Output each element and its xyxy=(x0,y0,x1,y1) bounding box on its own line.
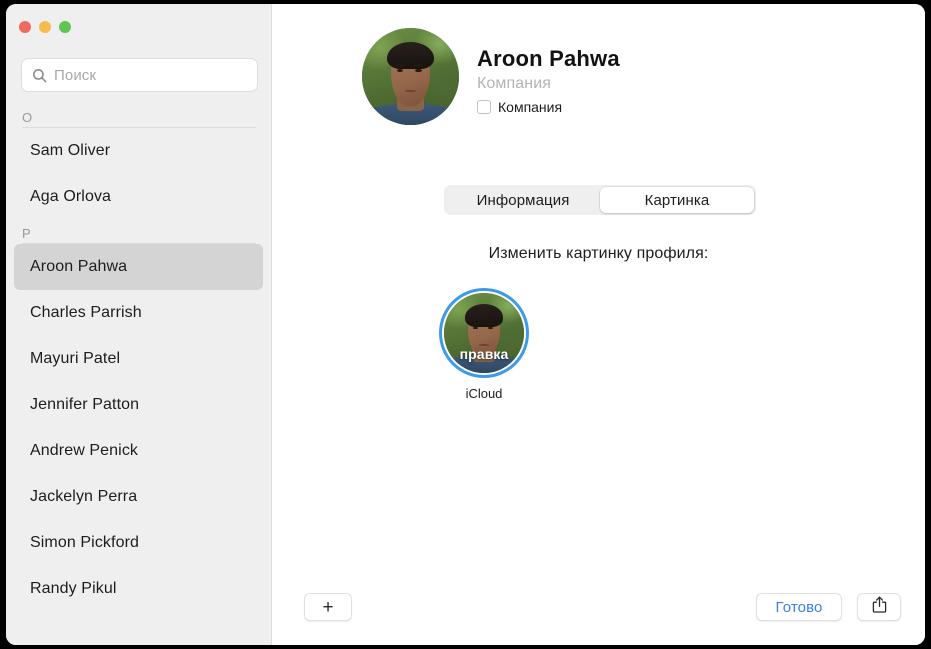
contact-row-jennifer-patton[interactable]: Jennifer Patton xyxy=(14,382,263,428)
contact-row-sam-oliver[interactable]: Sam Oliver xyxy=(14,128,263,174)
section-header-p: P xyxy=(22,220,256,244)
company-checkbox-label: Компания xyxy=(498,99,562,115)
contact-row-aga-orlova[interactable]: Aga Orlova xyxy=(14,174,263,220)
contact-row-mayuri-patel[interactable]: Mayuri Patel xyxy=(14,336,263,382)
tab-information[interactable]: Информация xyxy=(446,187,600,213)
minimize-window-button[interactable] xyxy=(39,21,51,33)
contact-header: Aroon Pahwa Компания Компания xyxy=(362,28,620,125)
section-header-o: O xyxy=(22,104,256,128)
contact-detail-panel: Aroon Pahwa Компания Компания Информация… xyxy=(272,4,925,645)
picture-source-label: iCloud xyxy=(466,386,503,401)
plus-icon: + xyxy=(322,598,333,617)
sidebar: Поиск O Sam Oliver Aga Orlova P Aroon Pa… xyxy=(6,4,272,645)
contact-photo xyxy=(362,28,459,125)
contact-list[interactable]: O Sam Oliver Aga Orlova P Aroon Pahwa Ch… xyxy=(6,104,271,645)
bottom-toolbar: + Готово xyxy=(272,585,925,645)
traffic-lights xyxy=(19,21,71,33)
edit-picture-overlay-label[interactable]: правка xyxy=(442,346,526,362)
maximize-window-button[interactable] xyxy=(59,21,71,33)
contact-name-block: Aroon Pahwa Компания Компания xyxy=(477,28,620,125)
contact-row-randy-pikul[interactable]: Randy Pikul xyxy=(14,566,263,612)
contact-name: Aroon Pahwa xyxy=(477,46,620,72)
contact-row-charles-parrish[interactable]: Charles Parrish xyxy=(14,290,263,336)
company-checkbox[interactable] xyxy=(477,100,491,114)
contact-row-aroon-pahwa[interactable]: Aroon Pahwa xyxy=(14,244,263,290)
detail-tabs[interactable]: Информация Картинка xyxy=(444,185,756,215)
contacts-window: Поиск O Sam Oliver Aga Orlova P Aroon Pa… xyxy=(6,4,925,645)
search-icon xyxy=(32,68,47,83)
company-checkbox-row[interactable]: Компания xyxy=(477,99,620,115)
share-icon xyxy=(872,596,887,618)
done-button[interactable]: Готово xyxy=(756,593,842,621)
picture-choice-icloud[interactable]: правка iCloud xyxy=(439,288,529,401)
contact-row-jackelyn-perra[interactable]: Jackelyn Perra xyxy=(14,474,263,520)
contact-row-simon-pickford[interactable]: Simon Pickford xyxy=(14,520,263,566)
picture-selection-ring[interactable]: правка xyxy=(439,288,529,378)
close-window-button[interactable] xyxy=(19,21,31,33)
add-contact-button[interactable]: + xyxy=(304,593,352,621)
company-field-placeholder[interactable]: Компания xyxy=(477,75,620,93)
tab-picture[interactable]: Картинка xyxy=(600,187,754,213)
share-button[interactable] xyxy=(857,593,901,621)
change-profile-picture-label: Изменить картинку профиля: xyxy=(272,245,925,263)
search-placeholder: Поиск xyxy=(54,67,96,84)
contact-row-andrew-penick[interactable]: Andrew Penick xyxy=(14,428,263,474)
done-button-label: Готово xyxy=(776,599,823,616)
search-input[interactable]: Поиск xyxy=(21,58,258,92)
